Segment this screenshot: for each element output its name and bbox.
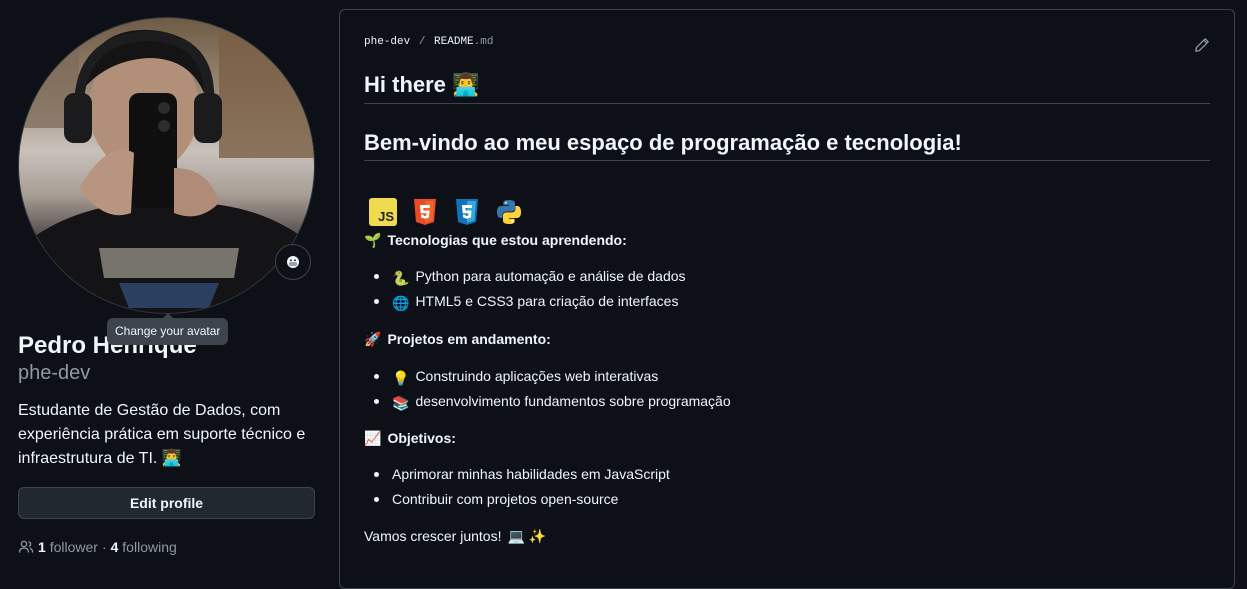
avatar-photo — [19, 18, 314, 313]
tech-badges: JS — [369, 198, 523, 226]
edit-readme-button[interactable] — [1194, 37, 1210, 53]
goals-list: Aprimorar minhas habilidades em JavaScri… — [364, 464, 670, 514]
avatar-tooltip: Change your avatar — [107, 313, 229, 345]
javascript-logo-icon: JS — [369, 198, 397, 226]
list-item-text: Aprimorar minhas habilidades em JavaScri… — [392, 466, 670, 482]
avatar[interactable] — [18, 17, 315, 314]
list-item-text: Contribuir com projetos open-source — [392, 491, 619, 507]
learning-list: 🐍 Python para automação e análise de dado… — [364, 266, 686, 316]
books-icon: 📚 — [392, 395, 410, 411]
breadcrumb-separator: / — [418, 36, 426, 48]
list-item: Contribuir com projetos open-source — [364, 489, 670, 514]
python-logo-icon — [495, 198, 523, 226]
readme-file-name: README — [434, 36, 474, 48]
section-title-text: Objetivos: — [387, 430, 456, 446]
closing-line: Vamos crescer juntos! 💻 ✨ — [364, 526, 546, 546]
list-item: 💡 Construindo aplicações web interativas — [364, 366, 731, 391]
edit-profile-button[interactable]: Edit profile — [18, 487, 315, 519]
section-title-text: Tecnologias que estou aprendendo: — [387, 232, 627, 248]
follow-stats: 1 follower · 4 following — [18, 537, 177, 557]
follow-separator: · — [101, 539, 107, 555]
people-icon — [18, 539, 34, 555]
profile-bio: Estudante de Gestão de Dados, com experi… — [18, 402, 306, 467]
avatar-container[interactable] — [18, 17, 315, 314]
following-link[interactable]: 4 following — [111, 539, 177, 555]
laptop-sparkles-icon: 💻 ✨ — [507, 528, 547, 544]
following-label: following — [122, 539, 177, 555]
readme-heading-2: Bem-vindo ao meu espaço de programação e… — [364, 130, 962, 155]
list-item: Aprimorar minhas habilidades em JavaScri… — [364, 464, 670, 489]
css3-logo-icon — [453, 198, 481, 226]
readme-box: phe-dev / README.md Hi there 👨‍💻 Bem-vin… — [339, 9, 1235, 589]
readme-file-ext: .md — [473, 36, 494, 48]
lightbulb-icon: 💡 — [392, 370, 410, 386]
section-title-projects: 🚀 Projetos em andamento: — [364, 329, 551, 349]
chart-increasing-icon: 📈 — [364, 430, 382, 446]
profile-login: phe-dev — [18, 362, 91, 384]
followers-link[interactable]: 1 follower — [38, 539, 98, 555]
list-item-text: Python para automação e análise de dados — [415, 268, 686, 284]
list-item-text: desenvolvimento fundamentos sobre progra… — [415, 393, 731, 409]
section-title-goals: 📈 Objetivos: — [364, 428, 456, 448]
list-item: 📚 desenvolvimento fundamentos sobre progr… — [364, 391, 731, 416]
closing-text: Vamos crescer juntos! — [364, 528, 502, 544]
readme-breadcrumb: phe-dev / README.md — [364, 36, 493, 48]
html5-logo-icon — [411, 198, 439, 226]
seedling-icon: 🌱 — [364, 232, 382, 248]
list-item-text: Construindo aplicações web interativas — [415, 368, 659, 384]
projects-list: 💡 Construindo aplicações web interativas … — [364, 366, 731, 416]
set-status-button[interactable] — [275, 244, 311, 280]
list-item-text: HTML5 e CSS3 para criação de interfaces — [415, 293, 679, 309]
list-item: 🐍 Python para automação e análise de dado… — [364, 266, 686, 291]
readme-heading-1: Hi there 👨‍💻 — [364, 72, 480, 97]
followers-label: follower — [49, 539, 98, 555]
heading-divider — [364, 160, 1210, 161]
profile-sidebar: Change your avatar Pedro Henrique phe-de… — [0, 0, 335, 573]
heading-divider — [364, 103, 1210, 104]
list-item: 🌐 HTML5 e CSS3 para criação de interfaces — [364, 291, 686, 316]
snake-icon: 🐍 — [392, 270, 410, 286]
rocket-icon: 🚀 — [364, 331, 382, 347]
followers-count: 1 — [38, 539, 46, 555]
masked-face-icon — [287, 256, 299, 268]
readme-owner-link[interactable]: phe-dev — [364, 36, 410, 48]
pencil-icon — [1195, 38, 1209, 52]
section-title-learning: 🌱 Tecnologias que estou aprendendo: — [364, 230, 627, 250]
following-count: 4 — [110, 539, 119, 555]
globe-icon: 🌐 — [392, 295, 410, 311]
section-title-text: Projetos em andamento: — [387, 331, 551, 347]
